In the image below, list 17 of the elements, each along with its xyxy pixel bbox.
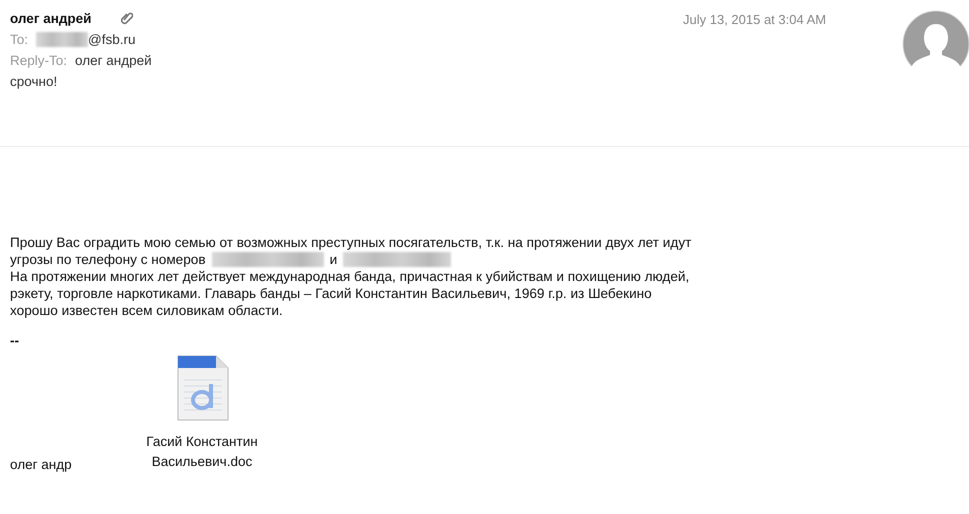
sender-name: олег андрей xyxy=(10,10,92,26)
body-text: и xyxy=(330,251,338,268)
attachment-name[interactable]: Гасий Константин Васильевич.doc xyxy=(146,432,258,472)
signature-name: олег андр xyxy=(10,457,73,472)
recipient-address: @fsb.ru xyxy=(88,32,136,46)
reply-to-name: олег андрей xyxy=(75,52,152,68)
avatar-icon xyxy=(902,10,969,78)
body-text: хорошо известен всем силовикам области. xyxy=(10,302,283,319)
body-text: Прошу Вас оградить мою семью от возможных преступных посягательств, т.к. на протяжении двух лет идут xyxy=(10,234,692,251)
body-text: рэкету, торговле наркотиками. Главарь банды – Гасий Константин Васильевич, 1969 г.р. из Шебекино xyxy=(10,285,652,302)
subject: срочно! xyxy=(10,74,58,88)
body-text: На протяжении многих лет действует международная банда, причастная к убийствам и похищению людей, xyxy=(10,268,690,285)
date: July 13, 2015 at 3:04 AM xyxy=(683,12,826,27)
to-label: To: xyxy=(10,32,28,46)
signature-separator: -- xyxy=(9,332,20,348)
reply-to-label: Reply-To: xyxy=(10,52,68,68)
body-text: угрозы по телефону с номеров xyxy=(10,251,206,268)
